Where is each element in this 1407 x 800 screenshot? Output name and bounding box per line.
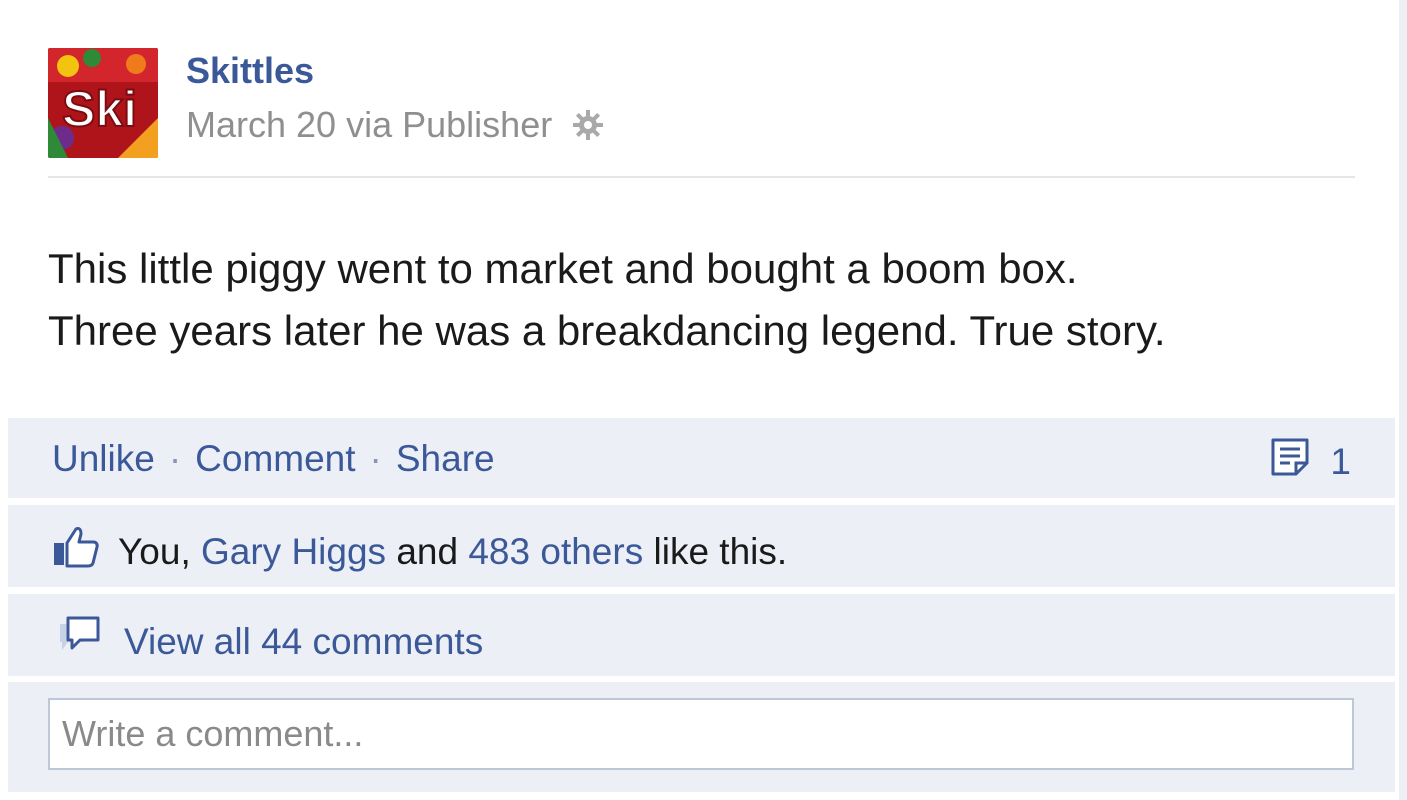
comment-count-value[interactable]: 1 bbox=[1330, 441, 1351, 483]
post-date-source[interactable]: March 20 via Publisher bbox=[186, 104, 552, 146]
action-links: Unlike · Comment · Share bbox=[52, 438, 495, 480]
post-text-line: Three years later he was a breakdancing … bbox=[48, 307, 1166, 354]
likes-summary: You, Gary Higgs and 483 others like this… bbox=[52, 525, 787, 578]
post-date[interactable]: March 20 bbox=[186, 104, 336, 145]
likes-suffix: like this. bbox=[653, 530, 788, 572]
skittles-logo-icon: Ski bbox=[48, 48, 158, 158]
comment-link[interactable]: Comment bbox=[195, 438, 355, 480]
note-icon bbox=[1270, 436, 1312, 487]
thumbs-up-icon bbox=[52, 525, 100, 578]
comment-composer bbox=[8, 682, 1395, 792]
liker-link[interactable]: Gary Higgs bbox=[201, 531, 386, 572]
speech-bubble-icon bbox=[54, 614, 102, 669]
share-link[interactable]: Share bbox=[396, 438, 495, 480]
comment-input[interactable] bbox=[48, 698, 1354, 770]
likes-bar: You, Gary Higgs and 483 others like this… bbox=[8, 505, 1395, 587]
post-via[interactable]: via Publisher bbox=[346, 104, 552, 145]
separator: · bbox=[369, 438, 382, 479]
others-link[interactable]: 483 others bbox=[468, 531, 643, 572]
svg-text:Ski: Ski bbox=[62, 81, 137, 137]
gear-icon[interactable] bbox=[570, 107, 606, 143]
view-all-comments[interactable]: View all 44 comments bbox=[54, 614, 483, 669]
view-all-comments-link[interactable]: View all 44 comments bbox=[124, 621, 483, 663]
post-card: Ski Skittles March 20 via Publisher This… bbox=[0, 0, 1407, 800]
post-body: This little piggy went to market and bou… bbox=[48, 238, 1368, 362]
post-text-line: This little piggy went to market and bou… bbox=[48, 245, 1078, 292]
action-bar: Unlike · Comment · Share 1 bbox=[8, 418, 1395, 498]
unlike-link[interactable]: Unlike bbox=[52, 438, 155, 480]
likes-and: and bbox=[396, 530, 459, 572]
view-comments-bar: View all 44 comments bbox=[8, 594, 1395, 676]
author-name[interactable]: Skittles bbox=[186, 50, 314, 92]
likes-you: You, bbox=[118, 530, 191, 572]
likes-text: You, Gary Higgs and 483 others like this… bbox=[118, 531, 787, 573]
avatar[interactable]: Ski bbox=[48, 48, 158, 158]
header-divider bbox=[48, 176, 1355, 178]
post-meta: March 20 via Publisher bbox=[186, 104, 606, 146]
comment-count[interactable]: 1 bbox=[1270, 436, 1351, 487]
separator: · bbox=[168, 438, 182, 479]
